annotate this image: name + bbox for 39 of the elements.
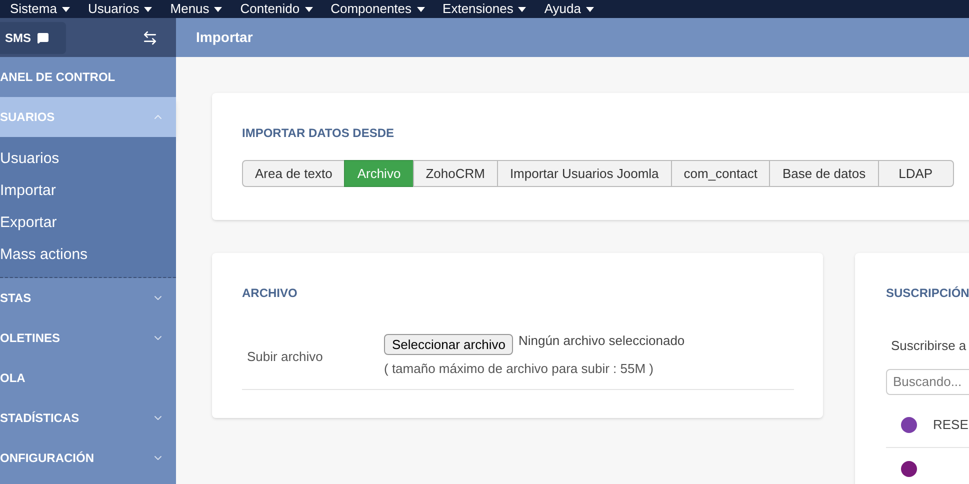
source-tab[interactable]: LDAP [878, 160, 954, 187]
choose-file-button[interactable]: Seleccionar archivo [384, 334, 514, 355]
page-title: Importar [196, 28, 253, 47]
file-size-hint: ( tamaño máximo de archivo para subir : 55M ) [384, 360, 654, 378]
field-label: Subir archivo [246, 348, 324, 366]
section-title: SUSCRIPCIÓN [886, 285, 969, 302]
caret-icon [144, 6, 152, 12]
chat-icon [37, 32, 50, 44]
search-field[interactable]: Buscando... [886, 368, 969, 394]
caret-icon [416, 6, 425, 12]
menu-item[interactable]: Extensiones [442, 1, 526, 17]
menu-item[interactable]: Sistema [10, 1, 70, 17]
section-title: IMPORTAR DATOS DESDE [242, 125, 396, 142]
source-tab[interactable]: ZohoCRM [412, 160, 498, 187]
section-title: ARCHIVO [242, 285, 298, 302]
submenu-item[interactable]: Exportar [0, 207, 176, 239]
submenu-item[interactable]: Importar [0, 175, 176, 207]
sms-label: SMS [5, 30, 32, 46]
menu-item[interactable]: Usuarios [88, 1, 152, 17]
submenu-item[interactable]: Mass actions [0, 239, 176, 271]
source-tab[interactable]: com_contact [670, 160, 770, 187]
sms-badge[interactable]: SMS [0, 22, 66, 54]
source-tab[interactable]: Importar Usuarios Joomla [496, 160, 672, 187]
caret-icon [62, 6, 70, 12]
subscribe-text: Suscribirse a [890, 337, 968, 355]
menu-item[interactable]: Menus [170, 1, 222, 17]
caret-icon [304, 6, 313, 12]
menu-item[interactable]: Ayuda [544, 1, 594, 17]
source-tab[interactable]: Base de datos [769, 160, 879, 187]
menu-item[interactable]: Contenido [240, 1, 313, 17]
menu-item[interactable]: Componentes [330, 1, 425, 17]
caret-icon [518, 6, 526, 12]
swap-icon[interactable] [142, 30, 158, 46]
source-tab[interactable]: Area de texto [242, 160, 346, 187]
submenu-item[interactable]: Usuarios [0, 143, 176, 175]
list-name[interactable]: RESE [933, 415, 968, 435]
caret-icon [214, 6, 222, 12]
file-status: Ningún archivo seleccionado [518, 332, 685, 350]
caret-icon [586, 6, 594, 12]
